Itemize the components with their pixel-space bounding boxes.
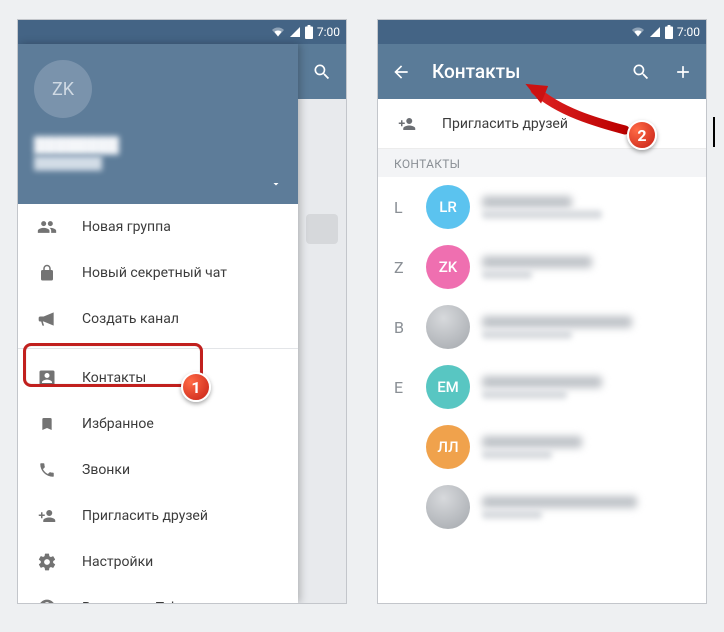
contact-avatar-initials: ЛЛ (426, 425, 470, 469)
drawer-menu: Новая группа Новый секретный чат Создать… (18, 204, 298, 603)
drawer-item-label: Пригласить друзей (82, 508, 208, 524)
contact-row[interactable]: E EM (378, 357, 706, 417)
back-icon[interactable] (390, 62, 412, 82)
contact-avatar-photo (426, 305, 470, 349)
status-bar: 7:00 (18, 20, 346, 44)
search-icon[interactable] (312, 62, 332, 82)
user-name: ████████ (34, 136, 282, 154)
help-icon (36, 598, 58, 603)
navigation-drawer: ZK ████████ ████████ Новая группа Новый … (18, 44, 298, 603)
contacts-list[interactable]: L LR Z ZK B E EM ЛЛ (378, 177, 706, 603)
drawer-item-faq[interactable]: Вопросы о Telegram (18, 585, 298, 603)
drawer-item-label: Контакты (82, 370, 146, 386)
contact-icon (36, 368, 58, 388)
add-icon[interactable] (672, 62, 694, 82)
drawer-header: ZK ████████ ████████ (18, 44, 298, 204)
lock-icon (36, 263, 58, 283)
person-add-icon (36, 507, 58, 525)
drawer-item-label: Настройки (82, 554, 153, 570)
contact-info (482, 496, 692, 519)
contact-status (482, 210, 602, 219)
bookmark-icon (36, 414, 58, 434)
contact-avatar-photo (426, 485, 470, 529)
contact-avatar-initials: ZK (426, 245, 470, 289)
step1-badge: 1 (181, 372, 211, 402)
battery-icon (665, 25, 673, 39)
step2-badge: 2 (627, 120, 657, 150)
signal-icon (289, 26, 301, 38)
group-icon (36, 217, 58, 237)
contact-name (482, 196, 572, 208)
contact-avatar-initials: EM (426, 365, 470, 409)
drawer-item-label: Новый секретный чат (82, 265, 227, 281)
contact-name (482, 256, 592, 268)
contact-row[interactable]: L LR (378, 177, 706, 237)
contact-row[interactable]: ЛЛ (378, 417, 706, 477)
battery-icon (305, 25, 313, 39)
divider (18, 348, 298, 349)
invite-friends-row[interactable]: Пригласить друзей (378, 99, 706, 149)
contact-status (482, 450, 552, 459)
status-bar: 7:00 (378, 20, 706, 44)
contact-info (482, 436, 692, 459)
contact-info (482, 196, 692, 219)
index-letter: E (394, 378, 414, 397)
drawer-item-create-channel[interactable]: Создать канал (18, 296, 298, 342)
contacts-section-label: КОНТАКТЫ (378, 149, 706, 177)
status-time: 7:00 (317, 25, 340, 39)
contact-info (482, 256, 692, 279)
signal-icon (649, 26, 661, 38)
drawer-item-calls[interactable]: Звонки (18, 447, 298, 493)
user-avatar[interactable]: ZK (34, 60, 92, 118)
phone-icon (36, 461, 58, 479)
contact-row[interactable] (378, 477, 706, 537)
person-add-icon (396, 115, 418, 133)
contact-avatar-initials: LR (426, 185, 470, 229)
contact-name (482, 316, 632, 328)
chevron-down-icon[interactable] (270, 178, 282, 190)
contact-status (482, 270, 532, 279)
search-icon[interactable] (630, 62, 652, 82)
screenshot-left: 7:00 ZK ████████ ████████ Новая группа (17, 19, 347, 604)
wifi-icon (271, 26, 285, 38)
contact-info (482, 316, 692, 339)
user-phone: ████████ (34, 156, 282, 170)
index-letter: Z (394, 258, 414, 277)
drawer-item-contacts[interactable]: Контакты (18, 355, 298, 401)
contact-status (482, 390, 567, 399)
contacts-appbar: Контакты (378, 44, 706, 99)
drawer-item-new-secret-chat[interactable]: Новый секретный чат (18, 250, 298, 296)
contact-name (482, 376, 602, 388)
drawer-item-settings[interactable]: Настройки (18, 539, 298, 585)
drawer-item-favorites[interactable]: Избранное (18, 401, 298, 447)
drawer-item-invite-friends[interactable]: Пригласить друзей (18, 493, 298, 539)
contact-status (482, 330, 572, 339)
contact-info (482, 376, 692, 399)
index-letter: L (394, 198, 414, 217)
drawer-item-label: Создать канал (82, 311, 179, 327)
contact-status (482, 510, 542, 519)
contact-row[interactable]: B (378, 297, 706, 357)
drawer-item-label: Вопросы о Telegram (82, 600, 214, 603)
text-cursor (713, 117, 715, 147)
drawer-item-label: Звонки (82, 462, 130, 478)
drawer-item-label: Новая группа (82, 219, 171, 235)
contact-name (482, 436, 582, 448)
screenshot-right: 7:00 Контакты Пригласить друзей КОНТАКТЫ… (377, 19, 707, 604)
index-letter: B (394, 318, 414, 337)
drawer-item-new-group[interactable]: Новая группа (18, 204, 298, 250)
status-time: 7:00 (677, 25, 700, 39)
contact-row[interactable]: Z ZK (378, 237, 706, 297)
megaphone-icon (36, 309, 58, 329)
gear-icon (36, 552, 58, 572)
invite-label: Пригласить друзей (442, 116, 568, 132)
contact-name (482, 496, 637, 508)
drawer-item-label: Избранное (82, 416, 154, 432)
wifi-icon (631, 26, 645, 38)
appbar-title: Контакты (432, 60, 610, 83)
bg-placeholder (306, 214, 338, 244)
